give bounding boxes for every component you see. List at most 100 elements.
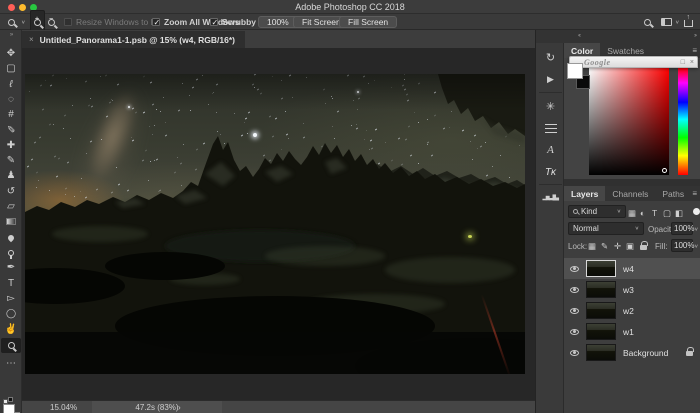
tab-channels[interactable]: Channels [605, 186, 655, 201]
gradient-tool[interactable] [0, 214, 22, 229]
layer-row[interactable]: w4 [564, 258, 700, 279]
fill-screen-button[interactable]: Fill Screen [339, 14, 397, 30]
quick-selection-tool[interactable]: ◌ [0, 92, 22, 107]
blur-tool[interactable] [0, 230, 22, 245]
visibility-eye-icon[interactable] [570, 329, 579, 335]
layer-thumbnail[interactable] [586, 344, 616, 361]
zoom-100-button[interactable]: 100% [258, 14, 298, 30]
google-floating-window[interactable]: Google □ × [569, 56, 698, 68]
zoom-level-field[interactable]: 15.04% [50, 401, 77, 413]
share-button[interactable] [684, 14, 693, 30]
panel-menu-icon[interactable]: ≡ [692, 189, 697, 198]
panel-menu-icon[interactable]: ≡ [692, 46, 697, 55]
layer-row[interactable]: w1 [564, 321, 700, 342]
color-field[interactable] [589, 68, 669, 175]
canvas-area[interactable] [22, 48, 535, 400]
edit-toolbar-button[interactable]: ⋯ [0, 356, 22, 371]
eraser-tool[interactable]: ▱ [0, 199, 22, 214]
search-icon [644, 19, 651, 26]
layer-row[interactable]: w3 [564, 279, 700, 300]
lock-position-icon[interactable]: ✛ [614, 241, 621, 252]
panel-foreground-swatch[interactable] [567, 63, 583, 79]
layer-row-background[interactable]: Background [564, 342, 700, 363]
document-image[interactable] [25, 74, 525, 374]
chevron-down-icon: ∨ [675, 19, 679, 25]
checkbox-checked-icon[interactable] [210, 18, 218, 26]
brush-tool[interactable]: ✎ [0, 153, 22, 168]
toolbar-expand-button[interactable]: » [0, 30, 22, 40]
history-brush-tool[interactable]: ↺ [0, 184, 22, 199]
histogram-panel-button[interactable]: ▂▆▃█▄ [537, 187, 564, 209]
lock-artboard-icon[interactable]: ▣ [626, 241, 634, 252]
collapse-panels-icon[interactable]: ‹‹ [578, 33, 580, 39]
clone-stamp-tool[interactable]: ♟ [0, 168, 22, 183]
panel-dock: ‹‹ ›› ↻ ▶ ✳ A Tᴋ ▂▆▃█▄ Color Swatches ≡ [535, 30, 700, 413]
filter-adjustment-layers-icon[interactable]: ◐ [640, 208, 645, 218]
mountain-silhouette [25, 74, 525, 374]
checkbox-icon [64, 18, 72, 26]
filter-smart-objects-icon[interactable]: ◧ [675, 208, 683, 219]
filter-pixel-layers-icon[interactable]: ▦ [628, 208, 636, 219]
visibility-eye-icon[interactable] [570, 308, 579, 314]
visibility-eye-icon[interactable] [570, 266, 579, 272]
tool-preset-dropdown[interactable]: ∨ [8, 14, 25, 30]
layer-thumbnail[interactable] [586, 260, 616, 277]
lock-all-icon[interactable] [640, 245, 647, 250]
filter-toggle[interactable] [693, 208, 700, 215]
layer-row[interactable]: w2 [564, 300, 700, 321]
dodge-tool[interactable] [0, 245, 22, 260]
path-selection-tool[interactable]: ▻ [0, 291, 22, 306]
chevron-down-icon[interactable]: ∨ [694, 227, 698, 233]
search-button[interactable] [644, 14, 651, 30]
zoom-out-button[interactable]: − [45, 14, 58, 30]
filter-wheel-panel-button[interactable]: ✳ [537, 95, 564, 117]
tab-paths[interactable]: Paths [655, 186, 691, 201]
opacity-value[interactable]: 100% [671, 222, 693, 235]
hue-slider[interactable] [678, 68, 688, 175]
tk-actions-panel-button[interactable]: Tᴋ [537, 161, 564, 183]
workspace-switcher[interactable]: ∨ [661, 14, 679, 30]
fill-value[interactable]: 100% [671, 239, 693, 252]
layer-filter-kind-dropdown[interactable]: Kind ∨ [568, 205, 626, 218]
history-panel-button[interactable]: ↻ [537, 46, 564, 68]
document-tab[interactable]: × Untitled_Panorama1-1.psb @ 15% (w4, RG… [22, 31, 245, 48]
properties-panel-button[interactable] [537, 117, 564, 139]
foreground-color-swatch[interactable] [3, 404, 15, 413]
zoom-tool[interactable] [1, 338, 21, 353]
status-chevron-icon[interactable]: › [178, 401, 181, 413]
layer-thumbnail[interactable] [586, 323, 616, 340]
chevron-down-icon[interactable]: ∨ [694, 244, 698, 250]
dodge-icon [8, 250, 14, 256]
layer-thumbnail[interactable] [586, 281, 616, 298]
shape-tool[interactable]: ◯ [0, 306, 22, 321]
sliders-icon [545, 124, 557, 133]
blend-mode-dropdown[interactable]: Normal ∨ [568, 222, 644, 235]
close-tab-icon[interactable]: × [29, 35, 34, 44]
crop-tool[interactable]: # [0, 107, 22, 122]
filter-shape-layers-icon[interactable]: ▢ [663, 208, 671, 219]
visibility-eye-icon[interactable] [570, 287, 579, 293]
visibility-eye-icon[interactable] [570, 350, 579, 356]
actions-panel-button[interactable]: ▶ [537, 68, 564, 90]
tab-layers[interactable]: Layers [564, 186, 605, 201]
type-tool[interactable]: T [0, 276, 22, 291]
expand-panels-icon[interactable]: ›› [694, 33, 696, 39]
hand-tool[interactable]: ✌ [0, 322, 22, 337]
lasso-tool[interactable]: ℓ [0, 77, 22, 92]
healing-brush-tool[interactable]: ✚ [0, 138, 22, 153]
glyphs-panel-button[interactable]: A [537, 139, 564, 161]
layer-thumbnail[interactable] [586, 302, 616, 319]
zoom-in-button[interactable]: + [30, 14, 45, 30]
color-field-cursor[interactable] [662, 168, 667, 173]
maximize-icon[interactable]: □ [681, 59, 685, 66]
lock-paint-icon[interactable]: ✎ [601, 241, 608, 252]
filter-type-layers-icon[interactable]: T [652, 208, 657, 218]
checkbox-checked-icon[interactable] [152, 18, 160, 26]
close-icon[interactable]: × [690, 59, 694, 66]
panel-divider [564, 179, 700, 186]
marquee-tool[interactable]: ▢ [0, 61, 22, 76]
pen-tool[interactable]: ✒ [0, 260, 22, 275]
eyedropper-tool[interactable]: ✐ [0, 123, 22, 138]
lock-transparency-icon[interactable]: ▦ [588, 241, 596, 252]
move-tool[interactable]: ✥ [0, 46, 22, 61]
